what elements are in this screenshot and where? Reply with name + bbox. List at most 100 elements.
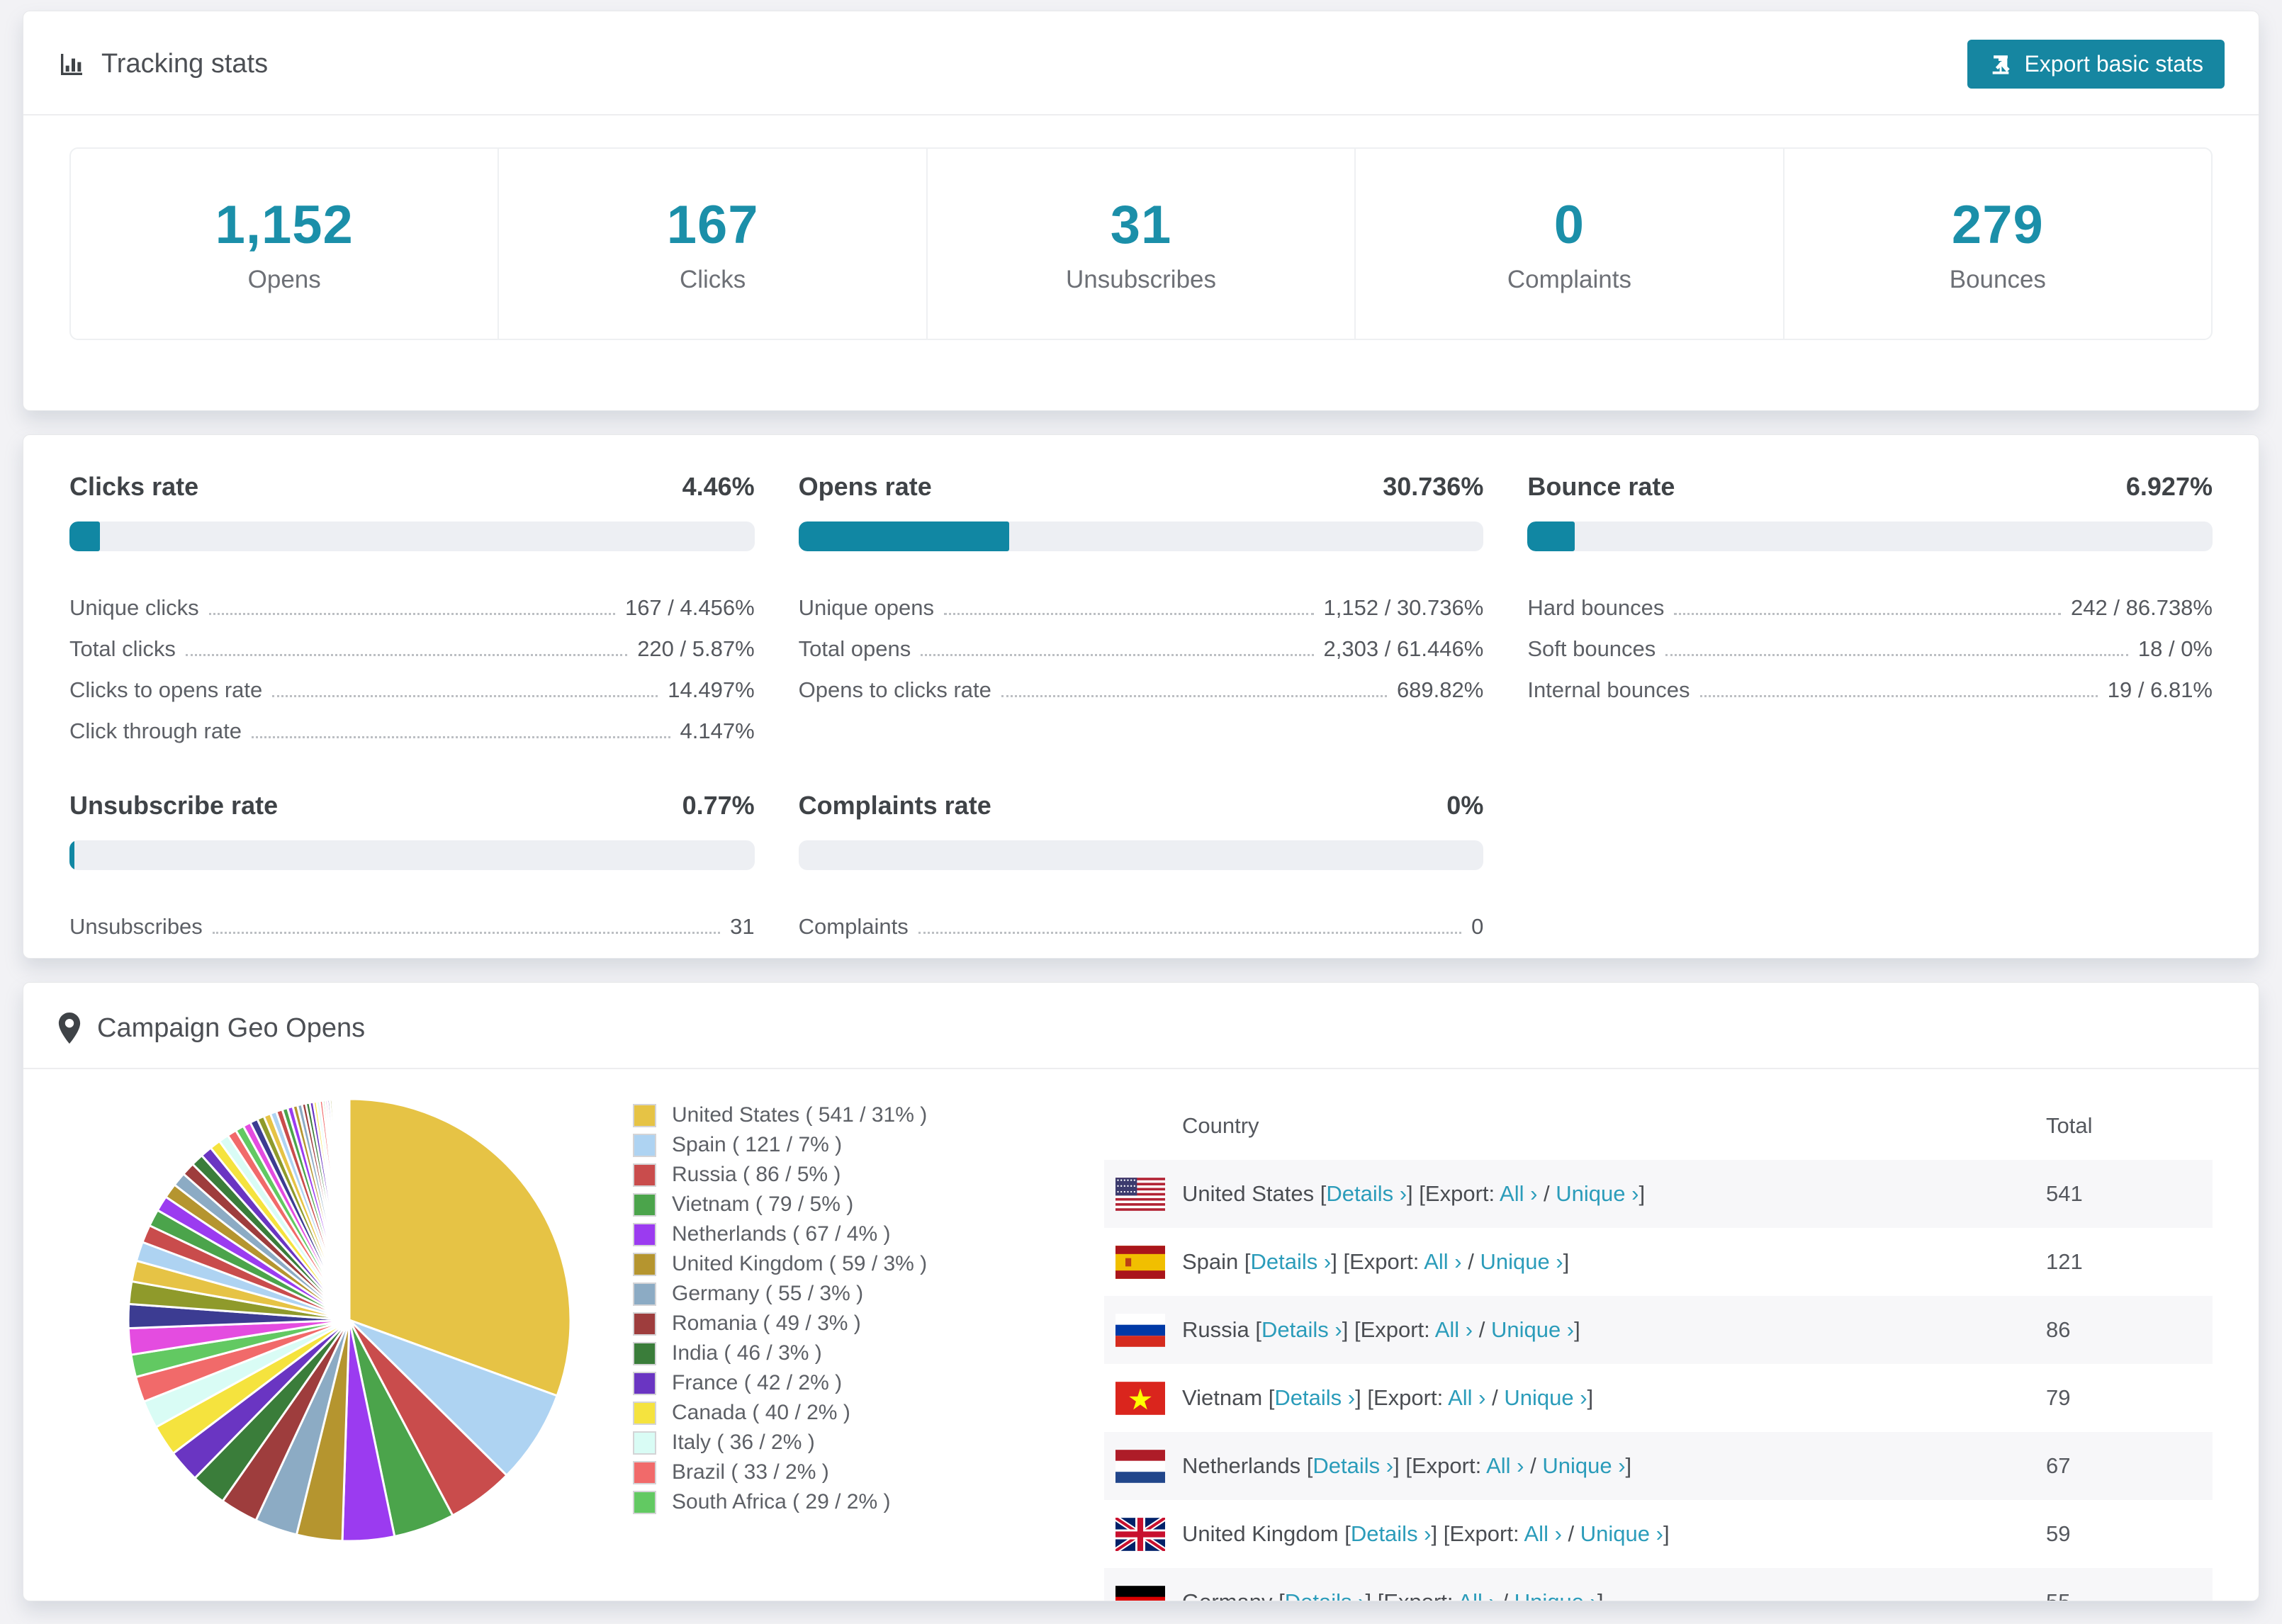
bar-chart-icon xyxy=(57,50,86,79)
legend-item: Spain ( 121 / 7% ) xyxy=(633,1130,1094,1160)
legend-swatch xyxy=(633,1192,656,1217)
legend-label: Brazil ( 33 / 2% ) xyxy=(672,1460,829,1484)
legend-item: Romania ( 49 / 3% ) xyxy=(633,1309,1094,1338)
summary-value: 279 xyxy=(1951,194,2044,255)
total-cell: 67 xyxy=(2046,1453,2071,1478)
rate-detail-row: Hard bounces 242 / 86.738% xyxy=(1527,582,2213,624)
country-cell: United States [Details ›] [Export: All ›… xyxy=(1182,1181,1646,1206)
summary-label: Bounces xyxy=(1949,265,2046,293)
total-cell: 86 xyxy=(2046,1317,2071,1342)
rate-progress-bar xyxy=(798,840,1484,870)
rate-detail-label: Complaints xyxy=(798,914,909,939)
rate-detail-value: 242 / 86.738% xyxy=(2071,595,2213,620)
geo-table-row-vietnam: Vietnam [Details ›] [Export: All › / Uni… xyxy=(1104,1364,2213,1432)
rate-detail-row: Complaints 0 xyxy=(799,901,1484,942)
geo-table-row-spain: Spain [Details ›] [Export: All › / Uniqu… xyxy=(1104,1228,2213,1296)
export-all-link[interactable]: All › xyxy=(1435,1317,1473,1342)
details-link[interactable]: Details › xyxy=(1251,1249,1332,1274)
export-unique-link[interactable]: Unique › xyxy=(1556,1181,1639,1206)
rate-progress-bar xyxy=(69,521,755,551)
legend-label: Spain ( 121 / 7% ) xyxy=(672,1133,843,1156)
legend-item: France ( 42 / 2% ) xyxy=(633,1368,1094,1398)
dotted-leader xyxy=(185,654,628,656)
export-all-link[interactable]: All › xyxy=(1486,1453,1524,1478)
dotted-leader xyxy=(918,932,1462,934)
export-unique-link[interactable]: Unique › xyxy=(1514,1589,1597,1601)
legend-label: Vietnam ( 79 / 5% ) xyxy=(672,1192,854,1216)
export-all-link[interactable]: All › xyxy=(1524,1521,1562,1546)
legend-item: Russia ( 86 / 5% ) xyxy=(633,1160,1094,1190)
geo-country-table: Country Total United States [Details ›] … xyxy=(1104,1096,2213,1601)
geo-table-row-united-states: United States [Details ›] [Export: All ›… xyxy=(1104,1160,2213,1228)
rate-detail-label: Unsubscribes xyxy=(69,914,203,939)
legend-label: United Kingdom ( 59 / 3% ) xyxy=(672,1252,928,1275)
map-pin-icon xyxy=(57,1013,82,1044)
summary-value: 31 xyxy=(1110,194,1172,255)
export-all-link[interactable]: All › xyxy=(1500,1181,1537,1206)
details-link[interactable]: Details › xyxy=(1274,1385,1355,1410)
legend-swatch xyxy=(633,1371,656,1395)
country-cell: Russia [Details ›] [Export: All › / Uniq… xyxy=(1182,1317,1580,1342)
country-cell: Spain [Details ›] [Export: All › / Uniqu… xyxy=(1182,1249,1570,1274)
dotted-leader xyxy=(1699,695,2098,697)
rate-block-bounce-rate: Bounce rate 6.927% Hard bounces 242 / 86… xyxy=(1527,472,2213,747)
summary-stat-clicks: 167 Clicks xyxy=(498,149,926,339)
rate-detail-label: Click through rate xyxy=(69,718,242,743)
country-cell: Germany [Details ›] [Export: All › / Uni… xyxy=(1182,1568,2046,1601)
summary-stat-opens: 1,152 Opens xyxy=(71,149,498,339)
export-all-link[interactable]: All › xyxy=(1458,1589,1495,1601)
flag-vn-icon xyxy=(1115,1381,1182,1415)
details-link[interactable]: Details › xyxy=(1285,1589,1366,1601)
country-column-header: Country xyxy=(1182,1113,1259,1138)
rate-detail-row: Clicks to opens rate 14.497% xyxy=(69,665,755,706)
details-link[interactable]: Details › xyxy=(1326,1181,1407,1206)
summary-value: 1,152 xyxy=(215,194,354,255)
details-link[interactable]: Details › xyxy=(1313,1453,1393,1478)
export-unique-link[interactable]: Unique › xyxy=(1542,1453,1625,1478)
flag-de-icon xyxy=(1115,1585,1182,1601)
rate-block-clicks-rate: Clicks rate 4.46% Unique clicks 167 / 4.… xyxy=(69,472,755,747)
rate-progress-bar xyxy=(69,840,755,870)
country-cell: United Kingdom [Details ›] [Export: All … xyxy=(1182,1521,1670,1546)
export-all-link[interactable]: All › xyxy=(1448,1385,1485,1410)
rate-value: 4.46% xyxy=(682,472,755,501)
flag-gb-icon xyxy=(1115,1517,1182,1551)
geo-opens-title-text: Campaign Geo Opens xyxy=(97,1013,366,1043)
export-unique-link[interactable]: Unique › xyxy=(1504,1385,1587,1410)
rate-detail-label: Unique opens xyxy=(798,595,934,620)
export-basic-stats-button[interactable]: Export basic stats xyxy=(1967,40,2225,89)
summary-value: 167 xyxy=(666,194,759,255)
dotted-leader xyxy=(212,932,721,934)
export-unique-link[interactable]: Unique › xyxy=(1480,1249,1563,1274)
details-link[interactable]: Details › xyxy=(1261,1317,1342,1342)
rate-detail-value: 220 / 5.87% xyxy=(637,636,755,661)
rate-detail-value: 0 xyxy=(1471,914,1484,939)
details-link[interactable]: Details › xyxy=(1351,1521,1432,1546)
tracking-stats-title: Tracking stats xyxy=(57,49,268,79)
geo-table-header-row: Country Total xyxy=(1104,1096,2213,1160)
legend-item: Italy ( 36 / 2% ) xyxy=(633,1428,1094,1457)
export-unique-link[interactable]: Unique › xyxy=(1491,1317,1574,1342)
rate-detail-row: Total opens 2,303 / 61.446% xyxy=(799,624,1484,665)
rate-title: Opens rate xyxy=(798,472,932,501)
legend-label: Germany ( 55 / 3% ) xyxy=(672,1282,864,1305)
export-all-link[interactable]: All › xyxy=(1424,1249,1461,1274)
dotted-leader xyxy=(1674,613,2062,615)
rate-detail-label: Internal bounces xyxy=(1527,677,1690,702)
rate-value: 0.77% xyxy=(682,791,755,820)
legend-swatch xyxy=(633,1252,656,1276)
rate-detail-value: 689.82% xyxy=(1396,677,1484,702)
rate-detail-label: Hard bounces xyxy=(1527,595,1665,620)
geo-table-wrap: Country Total United States [Details ›] … xyxy=(1094,1086,2237,1601)
legend-label: South Africa ( 29 / 2% ) xyxy=(672,1490,891,1513)
rate-block-unsubscribe-rate: Unsubscribe rate 0.77% Unsubscribes 31 xyxy=(69,791,755,942)
legend-label: Italy ( 36 / 2% ) xyxy=(672,1431,815,1454)
pie-svg xyxy=(127,1098,572,1543)
legend-swatch xyxy=(633,1163,656,1187)
legend-swatch xyxy=(633,1401,656,1425)
rate-detail-row: Unique clicks 167 / 4.456% xyxy=(69,582,755,624)
rate-detail-row: Unique opens 1,152 / 30.736% xyxy=(799,582,1484,624)
legend-swatch xyxy=(633,1460,656,1484)
export-unique-link[interactable]: Unique › xyxy=(1580,1521,1663,1546)
total-cell: 541 xyxy=(2046,1181,2083,1206)
